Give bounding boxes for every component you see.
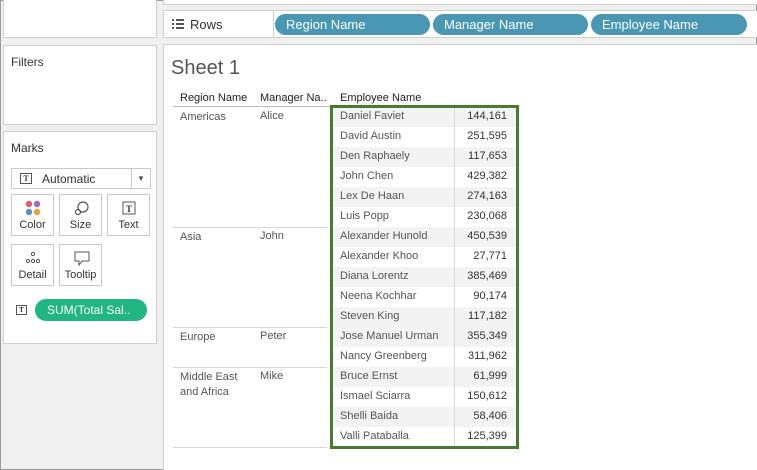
tooltip-button-label: Tooltip bbox=[64, 269, 97, 281]
region-name-header[interactable]: Region Name bbox=[180, 92, 247, 104]
group-divider bbox=[173, 327, 327, 328]
mark-type-value: Automatic bbox=[42, 172, 96, 186]
group-divider bbox=[173, 227, 327, 228]
manager-cell[interactable]: Peter bbox=[260, 330, 286, 342]
text-encoding-icon: T bbox=[16, 305, 27, 315]
employee-name-pill[interactable]: Employee Name bbox=[591, 14, 747, 35]
tooltip-icon bbox=[74, 251, 90, 267]
manager-name-header[interactable]: Manager Na.. bbox=[260, 92, 327, 104]
measure-pill-total-salary[interactable]: SUM(Total Sal.. bbox=[35, 299, 147, 321]
marks-card: Marks T Automatic ▼ Color Size T Text De… bbox=[3, 131, 157, 344]
columns-shelf bbox=[163, 0, 757, 5]
detail-dots-icon bbox=[25, 251, 41, 264]
region-name-pill[interactable]: Region Name bbox=[275, 14, 430, 35]
sheet-title: Sheet 1 bbox=[171, 57, 240, 79]
sheet-view: Sheet 1 Region Name Manager Na.. Employe… bbox=[163, 44, 757, 470]
size-button[interactable]: Size bbox=[59, 194, 102, 236]
manager-cell[interactable]: Mike bbox=[260, 370, 283, 382]
region-cell[interactable]: Middle East and Africa bbox=[180, 370, 254, 400]
text-button-label: Text bbox=[118, 219, 139, 231]
text-mark-icon: T bbox=[20, 173, 32, 184]
mark-type-dropdown[interactable]: T Automatic ▼ bbox=[11, 168, 151, 189]
manager-cell[interactable]: Alice bbox=[260, 110, 284, 122]
filters-card[interactable]: Filters bbox=[3, 45, 157, 125]
rows-label: Rows bbox=[190, 17, 223, 32]
manager-cell[interactable]: John bbox=[260, 230, 284, 242]
rows-shelf-header: Rows bbox=[164, 11, 274, 38]
manager-name-pill[interactable]: Manager Name bbox=[433, 14, 588, 35]
color-button-label: Color bbox=[19, 219, 46, 231]
data-pane-bottom bbox=[3, 0, 157, 38]
text-icon: T bbox=[122, 201, 136, 215]
tooltip-button[interactable]: Tooltip bbox=[59, 244, 102, 286]
employee-name-header[interactable]: Employee Name bbox=[340, 92, 421, 104]
rows-shelf[interactable]: Rows Region Name Manager Name Employee N… bbox=[163, 10, 757, 38]
region-cell[interactable]: Asia bbox=[180, 230, 254, 245]
rows-icon bbox=[172, 19, 184, 29]
color-dots-icon bbox=[25, 200, 41, 216]
size-button-label: Size bbox=[69, 219, 92, 231]
region-cell[interactable]: Europe bbox=[180, 330, 254, 345]
color-button[interactable]: Color bbox=[11, 194, 54, 236]
marks-title: Marks bbox=[11, 141, 44, 155]
region-cell[interactable]: Americas bbox=[180, 110, 254, 125]
highlight-frame bbox=[330, 105, 519, 449]
filters-title: Filters bbox=[11, 55, 44, 69]
group-divider bbox=[173, 447, 327, 448]
size-icon bbox=[74, 201, 89, 216]
detail-button-label: Detail bbox=[18, 269, 47, 281]
chevron-down-icon[interactable]: ▼ bbox=[131, 169, 150, 188]
text-button[interactable]: T Text bbox=[107, 194, 150, 236]
svg-text:T: T bbox=[126, 204, 132, 214]
detail-button[interactable]: Detail bbox=[11, 244, 54, 286]
group-divider bbox=[173, 367, 327, 368]
